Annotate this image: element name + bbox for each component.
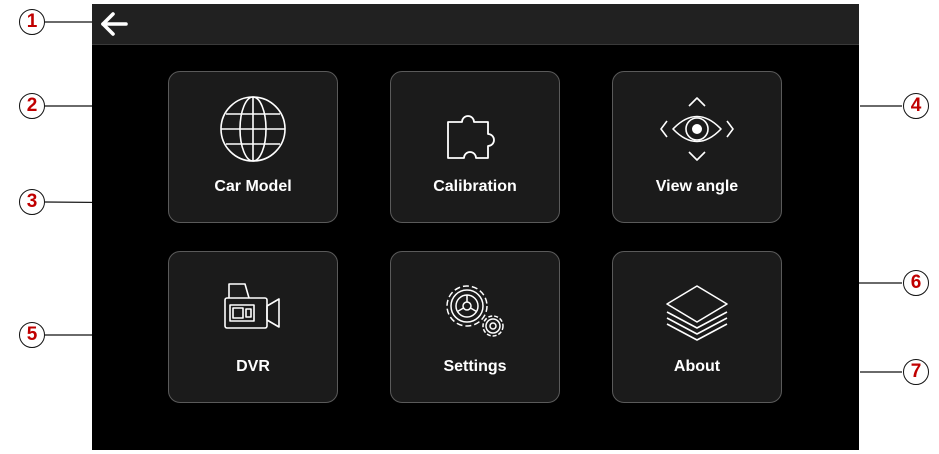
top-bar — [92, 4, 859, 45]
car-model-label: Car Model — [214, 178, 292, 195]
eye-directions-icon — [659, 94, 735, 169]
about-label: About — [673, 358, 721, 375]
view-angle-label: View angle — [655, 178, 739, 195]
callout-5: 5 — [19, 322, 45, 348]
calibration-button[interactable]: Calibration — [390, 71, 560, 223]
callout-2: 2 — [19, 93, 45, 119]
callout-7: 7 — [903, 359, 929, 385]
layers-icon — [659, 274, 735, 349]
callout-3: 3 — [19, 189, 45, 215]
dvr-label: DVR — [236, 358, 270, 375]
back-arrow-icon[interactable] — [96, 7, 132, 41]
view-angle-button[interactable]: View angle — [612, 71, 782, 223]
about-button[interactable]: About — [612, 251, 782, 403]
globe-icon — [218, 94, 288, 169]
settings-button[interactable]: Settings — [390, 251, 560, 403]
callout-1: 1 — [19, 9, 45, 35]
puzzle-piece-icon — [440, 94, 510, 169]
video-camera-icon — [215, 274, 291, 349]
gears-icon — [435, 274, 515, 349]
car-model-button[interactable]: Car Model — [168, 71, 338, 223]
callout-6: 6 — [903, 270, 929, 296]
calibration-label: Calibration — [433, 178, 517, 195]
dvr-button[interactable]: DVR — [168, 251, 338, 403]
settings-label: Settings — [443, 358, 507, 375]
callout-4: 4 — [903, 93, 929, 119]
app-screen: Car Model Calibration View angle DVR Set… — [92, 4, 859, 450]
